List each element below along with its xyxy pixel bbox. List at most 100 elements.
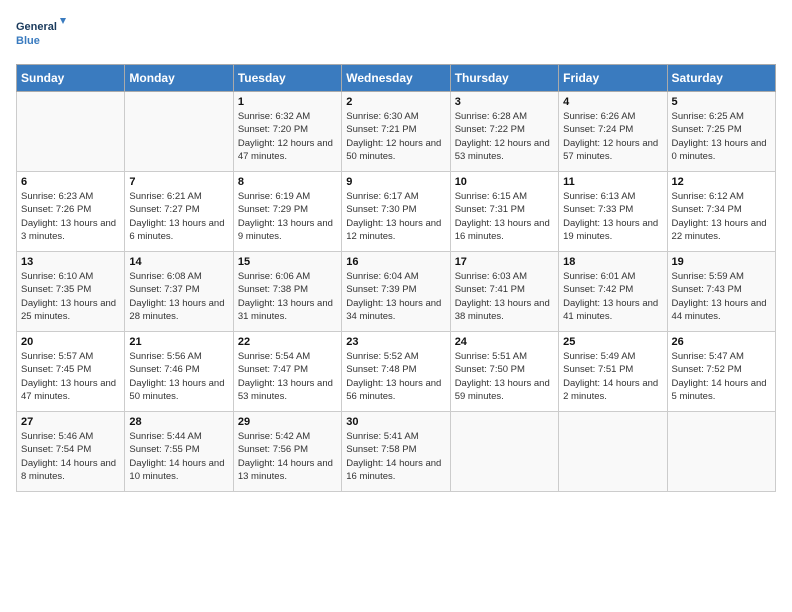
calendar-week-row: 13 Sunrise: 6:10 AMSunset: 7:35 PMDayligh… xyxy=(17,252,776,332)
day-detail: Sunrise: 6:08 AMSunset: 7:37 PMDaylight:… xyxy=(129,270,228,323)
calendar-cell: 11 Sunrise: 6:13 AMSunset: 7:33 PMDayligh… xyxy=(559,172,667,252)
day-number: 21 xyxy=(129,336,228,348)
calendar-table: SundayMondayTuesdayWednesdayThursdayFrid… xyxy=(16,64,776,492)
day-number: 29 xyxy=(238,416,337,428)
page-header: General Blue xyxy=(16,16,776,52)
day-number: 2 xyxy=(346,96,445,108)
calendar-cell: 20 Sunrise: 5:57 AMSunset: 7:45 PMDayligh… xyxy=(17,332,125,412)
calendar-cell: 5 Sunrise: 6:25 AMSunset: 7:25 PMDaylight… xyxy=(667,92,775,172)
day-detail: Sunrise: 6:04 AMSunset: 7:39 PMDaylight:… xyxy=(346,270,445,323)
day-detail: Sunrise: 5:44 AMSunset: 7:55 PMDaylight:… xyxy=(129,430,228,483)
day-detail: Sunrise: 5:56 AMSunset: 7:46 PMDaylight:… xyxy=(129,350,228,403)
day-detail: Sunrise: 5:49 AMSunset: 7:51 PMDaylight:… xyxy=(563,350,662,403)
calendar-header-row: SundayMondayTuesdayWednesdayThursdayFrid… xyxy=(17,65,776,92)
day-detail: Sunrise: 6:25 AMSunset: 7:25 PMDaylight:… xyxy=(672,110,771,163)
calendar-cell xyxy=(125,92,233,172)
day-detail: Sunrise: 6:10 AMSunset: 7:35 PMDaylight:… xyxy=(21,270,120,323)
day-number: 19 xyxy=(672,256,771,268)
calendar-cell: 19 Sunrise: 5:59 AMSunset: 7:43 PMDayligh… xyxy=(667,252,775,332)
day-number: 23 xyxy=(346,336,445,348)
day-number: 30 xyxy=(346,416,445,428)
calendar-cell: 23 Sunrise: 5:52 AMSunset: 7:48 PMDayligh… xyxy=(342,332,450,412)
calendar-cell: 8Sunrise: 6:19 AMSunset: 7:29 PMDaylight… xyxy=(233,172,341,252)
col-header-friday: Friday xyxy=(559,65,667,92)
calendar-cell: 16 Sunrise: 6:04 AMSunset: 7:39 PMDayligh… xyxy=(342,252,450,332)
day-detail: Sunrise: 5:57 AMSunset: 7:45 PMDaylight:… xyxy=(21,350,120,403)
calendar-cell: 9 Sunrise: 6:17 AMSunset: 7:30 PMDaylight… xyxy=(342,172,450,252)
day-detail: Sunrise: 6:30 AMSunset: 7:21 PMDaylight:… xyxy=(346,110,445,163)
day-number: 16 xyxy=(346,256,445,268)
calendar-cell xyxy=(667,412,775,492)
day-number: 18 xyxy=(563,256,662,268)
calendar-cell xyxy=(559,412,667,492)
day-detail: Sunrise: 5:59 AMSunset: 7:43 PMDaylight:… xyxy=(672,270,771,323)
calendar-cell: 29 Sunrise: 5:42 AMSunset: 7:56 PMDayligh… xyxy=(233,412,341,492)
col-header-saturday: Saturday xyxy=(667,65,775,92)
calendar-cell: 4 Sunrise: 6:26 AMSunset: 7:24 PMDaylight… xyxy=(559,92,667,172)
calendar-cell: 12 Sunrise: 6:12 AMSunset: 7:34 PMDayligh… xyxy=(667,172,775,252)
svg-text:General: General xyxy=(16,21,57,33)
calendar-cell xyxy=(450,412,558,492)
day-detail: Sunrise: 5:46 AMSunset: 7:54 PMDaylight:… xyxy=(21,430,120,483)
calendar-cell: 14Sunrise: 6:08 AMSunset: 7:37 PMDayligh… xyxy=(125,252,233,332)
day-number: 28 xyxy=(129,416,228,428)
day-number: 24 xyxy=(455,336,554,348)
calendar-cell: 22Sunrise: 5:54 AMSunset: 7:47 PMDayligh… xyxy=(233,332,341,412)
calendar-cell: 25 Sunrise: 5:49 AMSunset: 7:51 PMDayligh… xyxy=(559,332,667,412)
day-number: 3 xyxy=(455,96,554,108)
logo: General Blue xyxy=(16,16,66,52)
day-number: 1 xyxy=(238,96,337,108)
day-detail: Sunrise: 6:12 AMSunset: 7:34 PMDaylight:… xyxy=(672,190,771,243)
calendar-cell: 27 Sunrise: 5:46 AMSunset: 7:54 PMDayligh… xyxy=(17,412,125,492)
day-detail: Sunrise: 5:47 AMSunset: 7:52 PMDaylight:… xyxy=(672,350,771,403)
calendar-cell: 2 Sunrise: 6:30 AMSunset: 7:21 PMDaylight… xyxy=(342,92,450,172)
day-number: 5 xyxy=(672,96,771,108)
col-header-wednesday: Wednesday xyxy=(342,65,450,92)
col-header-sunday: Sunday xyxy=(17,65,125,92)
day-number: 15 xyxy=(238,256,337,268)
day-detail: Sunrise: 5:52 AMSunset: 7:48 PMDaylight:… xyxy=(346,350,445,403)
day-number: 13 xyxy=(21,256,120,268)
calendar-cell: 7Sunrise: 6:21 AMSunset: 7:27 PMDaylight… xyxy=(125,172,233,252)
calendar-week-row: 27 Sunrise: 5:46 AMSunset: 7:54 PMDayligh… xyxy=(17,412,776,492)
col-header-monday: Monday xyxy=(125,65,233,92)
day-number: 26 xyxy=(672,336,771,348)
day-detail: Sunrise: 5:51 AMSunset: 7:50 PMDaylight:… xyxy=(455,350,554,403)
calendar-cell: 1 Sunrise: 6:32 AMSunset: 7:20 PMDaylight… xyxy=(233,92,341,172)
calendar-week-row: 20 Sunrise: 5:57 AMSunset: 7:45 PMDayligh… xyxy=(17,332,776,412)
day-detail: Sunrise: 6:28 AMSunset: 7:22 PMDaylight:… xyxy=(455,110,554,163)
day-number: 25 xyxy=(563,336,662,348)
calendar-cell: 21 Sunrise: 5:56 AMSunset: 7:46 PMDayligh… xyxy=(125,332,233,412)
day-detail: Sunrise: 6:21 AMSunset: 7:27 PMDaylight:… xyxy=(129,190,228,243)
day-detail: Sunrise: 6:13 AMSunset: 7:33 PMDaylight:… xyxy=(563,190,662,243)
day-detail: Sunrise: 6:17 AMSunset: 7:30 PMDaylight:… xyxy=(346,190,445,243)
day-detail: Sunrise: 6:26 AMSunset: 7:24 PMDaylight:… xyxy=(563,110,662,163)
calendar-cell: 28 Sunrise: 5:44 AMSunset: 7:55 PMDayligh… xyxy=(125,412,233,492)
calendar-cell: 24 Sunrise: 5:51 AMSunset: 7:50 PMDayligh… xyxy=(450,332,558,412)
day-number: 9 xyxy=(346,176,445,188)
day-detail: Sunrise: 6:32 AMSunset: 7:20 PMDaylight:… xyxy=(238,110,337,163)
calendar-week-row: 6Sunrise: 6:23 AMSunset: 7:26 PMDaylight… xyxy=(17,172,776,252)
day-number: 11 xyxy=(563,176,662,188)
col-header-tuesday: Tuesday xyxy=(233,65,341,92)
day-number: 10 xyxy=(455,176,554,188)
calendar-cell: 6Sunrise: 6:23 AMSunset: 7:26 PMDaylight… xyxy=(17,172,125,252)
day-detail: Sunrise: 5:42 AMSunset: 7:56 PMDaylight:… xyxy=(238,430,337,483)
svg-text:Blue: Blue xyxy=(16,35,40,47)
calendar-cell: 15Sunrise: 6:06 AMSunset: 7:38 PMDayligh… xyxy=(233,252,341,332)
day-detail: Sunrise: 6:15 AMSunset: 7:31 PMDaylight:… xyxy=(455,190,554,243)
day-number: 20 xyxy=(21,336,120,348)
day-number: 4 xyxy=(563,96,662,108)
day-number: 27 xyxy=(21,416,120,428)
calendar-cell: 30Sunrise: 5:41 AMSunset: 7:58 PMDayligh… xyxy=(342,412,450,492)
day-number: 22 xyxy=(238,336,337,348)
calendar-cell: 3 Sunrise: 6:28 AMSunset: 7:22 PMDaylight… xyxy=(450,92,558,172)
calendar-week-row: 1 Sunrise: 6:32 AMSunset: 7:20 PMDaylight… xyxy=(17,92,776,172)
day-number: 12 xyxy=(672,176,771,188)
calendar-cell: 13 Sunrise: 6:10 AMSunset: 7:35 PMDayligh… xyxy=(17,252,125,332)
calendar-cell: 18 Sunrise: 6:01 AMSunset: 7:42 PMDayligh… xyxy=(559,252,667,332)
logo-svg: General Blue xyxy=(16,16,66,52)
calendar-cell: 26 Sunrise: 5:47 AMSunset: 7:52 PMDayligh… xyxy=(667,332,775,412)
day-detail: Sunrise: 6:01 AMSunset: 7:42 PMDaylight:… xyxy=(563,270,662,323)
calendar-cell xyxy=(17,92,125,172)
